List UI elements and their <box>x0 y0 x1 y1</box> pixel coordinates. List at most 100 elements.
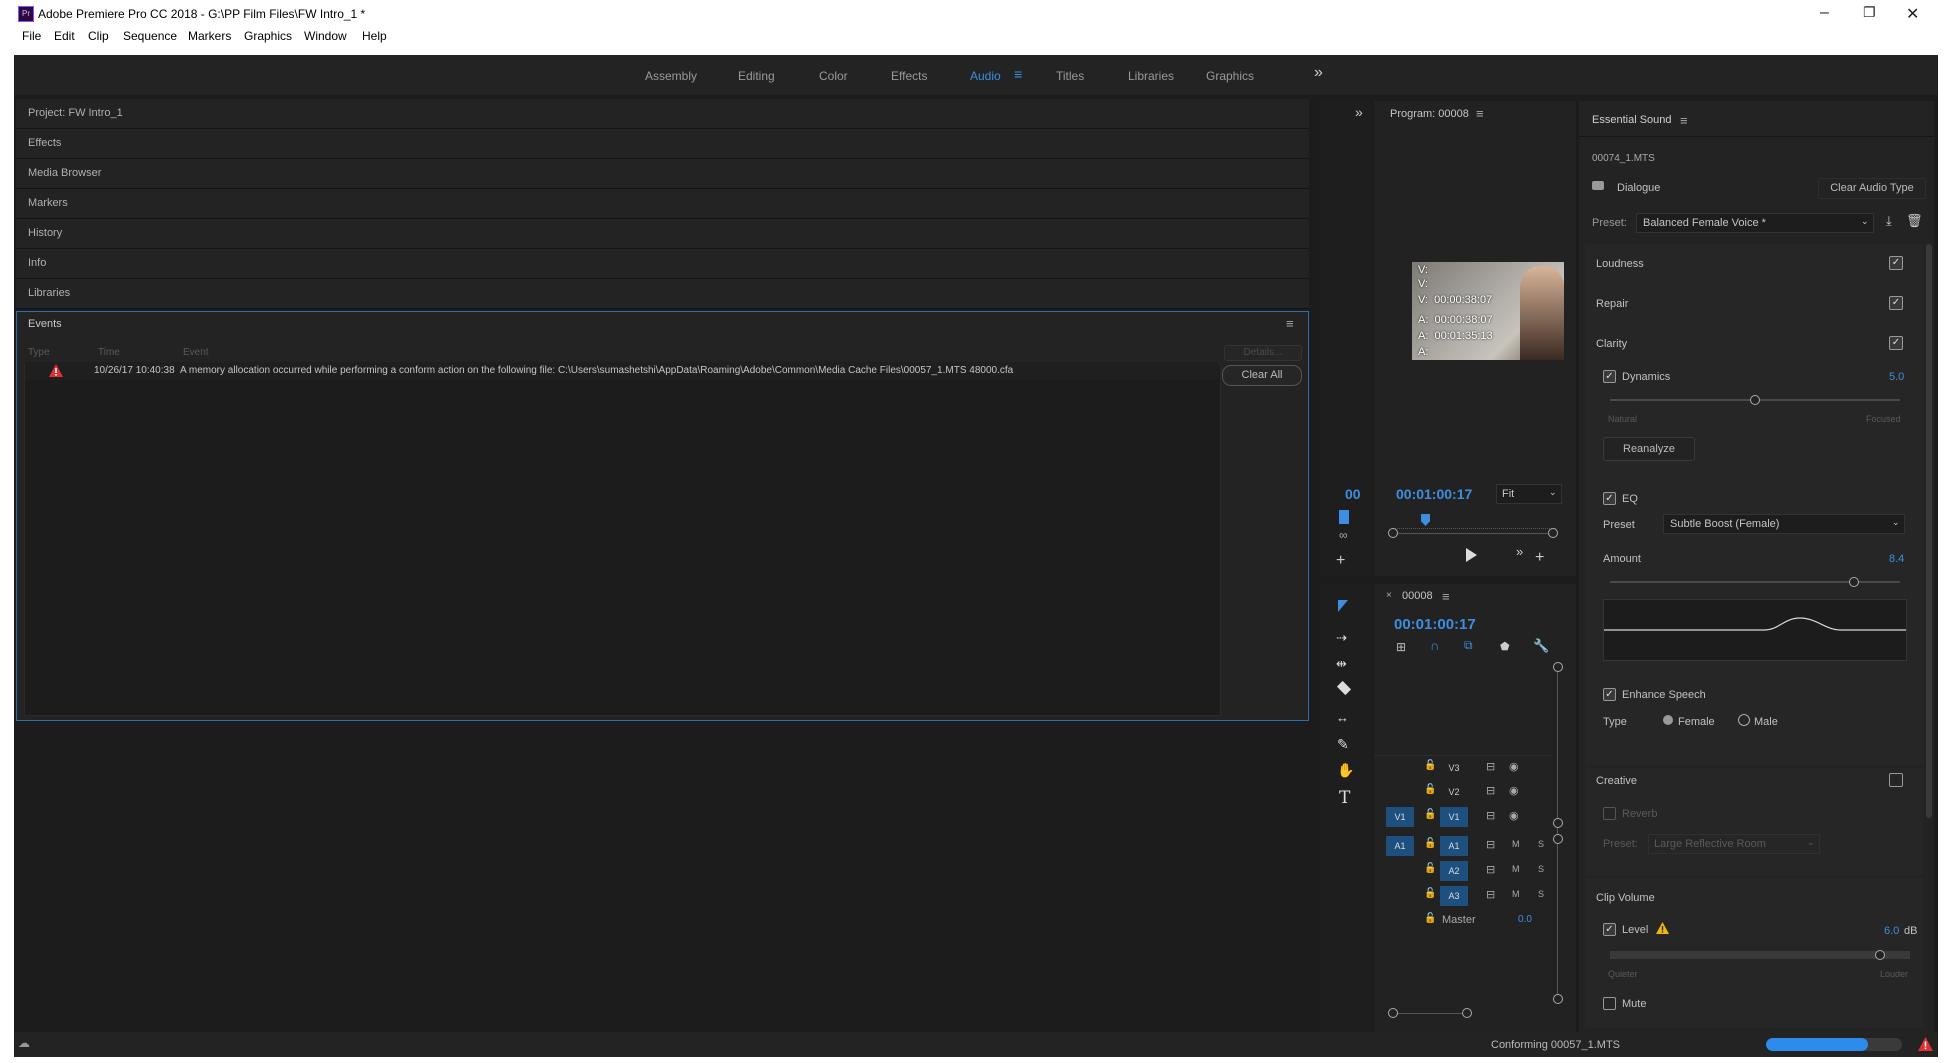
vscroll-top-handle[interactable] <box>1553 662 1563 672</box>
close-button[interactable]: ✕ <box>1906 4 1919 24</box>
lock-icon[interactable]: 🔓 <box>1424 913 1436 924</box>
events-panel-menu-icon[interactable]: ≡ <box>1286 316 1294 331</box>
track-row-a2[interactable]: 🔓 A2 ⊟ M S <box>1374 859 1552 883</box>
track-target[interactable]: V1 <box>1440 807 1468 827</box>
reverb-checkbox[interactable] <box>1603 807 1616 820</box>
eye-icon[interactable]: ◉ <box>1509 809 1519 822</box>
hand-tool-icon[interactable]: ✋ <box>1337 762 1354 779</box>
track-target[interactable]: A2 <box>1440 861 1468 881</box>
vscroll-mid-handle[interactable] <box>1553 818 1563 828</box>
sync-lock-icon[interactable]: ⊟ <box>1486 888 1495 901</box>
timeline-sequence-tab[interactable]: 00008 <box>1402 590 1433 602</box>
track-row-a3[interactable]: 🔓 A3 ⊟ M S <box>1374 884 1552 908</box>
enhance-speech-checkbox[interactable]: ✓ <box>1603 688 1616 701</box>
program-fit-dropdown[interactable]: Fit ⌄ <box>1496 484 1562 504</box>
sync-lock-icon[interactable]: ⊟ <box>1486 784 1495 797</box>
source-add-button-icon[interactable]: + <box>1336 552 1345 570</box>
track-target[interactable]: A3 <box>1440 886 1468 906</box>
details-button[interactable]: Details... <box>1224 345 1302 361</box>
timeline-timecode[interactable]: 00:01:00:17 <box>1394 616 1476 633</box>
female-radio[interactable] <box>1663 715 1673 725</box>
source-playhead[interactable] <box>1339 510 1349 524</box>
workspace-menu-icon[interactable]: ≡ <box>1014 66 1022 82</box>
mute-track-button[interactable]: M <box>1512 864 1520 874</box>
program-menu-icon[interactable]: ≡ <box>1476 106 1484 121</box>
sync-lock-icon[interactable]: ⊟ <box>1486 863 1495 876</box>
level-slider-knob[interactable] <box>1875 950 1885 960</box>
snap-magnet-icon[interactable]: ∩ <box>1430 638 1439 653</box>
track-row-v2[interactable]: 🔓 V2 ⊟ ◉ <box>1374 780 1552 804</box>
track-row-v3[interactable]: 🔓 V3 ⊟ ◉ <box>1374 755 1552 780</box>
workspace-tab-editing[interactable]: Editing <box>738 69 775 83</box>
selection-tool-icon[interactable] <box>1338 600 1348 612</box>
workspace-tab-assembly[interactable]: Assembly <box>645 69 697 83</box>
panel-effects[interactable]: Effects <box>16 129 1309 159</box>
reverb-preset-dropdown[interactable]: Large Reflective Room ⌄ <box>1648 834 1820 854</box>
panel-project[interactable]: Project: FW Intro_1 <box>16 99 1309 129</box>
menu-markers[interactable]: Markers <box>188 29 231 43</box>
track-row-v1[interactable]: V1 🔓 V1 ⊟ ◉ <box>1374 805 1552 829</box>
eq-preset-dropdown[interactable]: Subtle Boost (Female) ⌄ <box>1663 514 1905 534</box>
close-tab-icon[interactable]: × <box>1386 590 1392 601</box>
level-slider[interactable] <box>1610 951 1910 959</box>
slip-tool-icon[interactable]: ↔ <box>1336 710 1349 725</box>
sync-lock-icon[interactable]: ⊟ <box>1486 809 1495 822</box>
eq-checkbox[interactable]: ✓ <box>1603 492 1616 505</box>
table-row[interactable]: 10/26/17 10:40:38 A memory allocation oc… <box>25 362 1218 380</box>
track-row-master[interactable]: 🔓 Master 0.0 <box>1374 909 1552 933</box>
repair-checkbox[interactable]: ✓ <box>1889 296 1903 310</box>
dynamics-checkbox[interactable]: ✓ <box>1603 370 1616 383</box>
track-target[interactable]: V2 <box>1440 782 1468 802</box>
sync-lock-icon[interactable]: ⊟ <box>1486 838 1495 851</box>
hscroll-left-handle[interactable] <box>1388 1008 1398 1018</box>
program-timecode[interactable]: 00:01:00:17 <box>1396 486 1472 502</box>
source-zoom-handle[interactable]: ∞ <box>1339 528 1348 542</box>
ripple-edit-tool-icon[interactable]: ⇹ <box>1336 656 1347 672</box>
panel-media-browser[interactable]: Media Browser <box>16 159 1309 189</box>
nest-toggle-icon[interactable]: ⊞ <box>1396 640 1406 654</box>
workspace-tab-audio[interactable]: Audio <box>970 69 1001 83</box>
workspace-overflow-icon[interactable]: » <box>1314 64 1323 82</box>
solo-track-button[interactable]: S <box>1538 889 1544 899</box>
program-time-ruler[interactable] <box>1392 520 1556 529</box>
creative-checkbox[interactable] <box>1889 773 1903 787</box>
workspace-tab-effects[interactable]: Effects <box>891 69 927 83</box>
menu-graphics[interactable]: Graphics <box>244 29 292 43</box>
dynamics-value[interactable]: 5.0 <box>1889 371 1904 383</box>
eye-icon[interactable]: ◉ <box>1509 760 1519 773</box>
source-patch-a1[interactable]: A1 <box>1386 836 1414 856</box>
loudness-checkbox[interactable]: ✓ <box>1889 256 1903 270</box>
play-button-icon[interactable] <box>1466 548 1477 562</box>
vscroll-mid2-handle[interactable] <box>1553 834 1563 844</box>
track-target[interactable]: A1 <box>1440 836 1468 856</box>
menu-sequence[interactable]: Sequence <box>123 29 177 43</box>
type-tool-icon[interactable]: T <box>1339 788 1350 808</box>
lock-icon[interactable]: 🔓 <box>1424 888 1436 899</box>
menu-window[interactable]: Window <box>304 29 347 43</box>
track-target[interactable]: V3 <box>1440 758 1468 778</box>
timeline-settings-wrench-icon[interactable]: 🔧 <box>1533 638 1549 654</box>
timeline-menu-icon[interactable]: ≡ <box>1442 589 1450 604</box>
dynamics-slider-knob[interactable] <box>1750 395 1760 405</box>
program-video-frame[interactable]: V: V: V: 00:00:38:07 A: 00:00:38:07 A: 0… <box>1412 262 1564 360</box>
warning-icon[interactable] <box>1918 1037 1933 1051</box>
minimize-button[interactable]: – <box>1820 4 1829 22</box>
mute-track-button[interactable]: M <box>1512 889 1520 899</box>
level-value[interactable]: 6.0 <box>1884 925 1899 937</box>
track-select-tool-icon[interactable]: ⇢ <box>1336 630 1347 646</box>
amount-value[interactable]: 8.4 <box>1889 553 1904 565</box>
clear-all-button[interactable]: Clear All <box>1222 365 1302 386</box>
eye-icon[interactable]: ◉ <box>1509 784 1519 797</box>
panel-markers[interactable]: Markers <box>16 189 1309 219</box>
workspace-tab-graphics[interactable]: Graphics <box>1206 69 1254 83</box>
male-radio[interactable] <box>1738 714 1750 726</box>
add-marker-icon[interactable]: ⬟ <box>1500 640 1510 653</box>
cloud-sync-icon[interactable]: ☁ <box>18 1036 30 1050</box>
level-checkbox[interactable]: ✓ <box>1603 923 1616 936</box>
delete-preset-icon[interactable]: 🗑 <box>1906 213 1923 229</box>
track-row-a1[interactable]: A1 🔓 A1 ⊟ M S <box>1374 834 1552 858</box>
solo-track-button[interactable]: S <box>1538 864 1544 874</box>
reanalyze-button[interactable]: Reanalyze <box>1603 437 1695 461</box>
menu-file[interactable]: File <box>22 29 41 43</box>
menu-clip[interactable]: Clip <box>88 29 109 43</box>
